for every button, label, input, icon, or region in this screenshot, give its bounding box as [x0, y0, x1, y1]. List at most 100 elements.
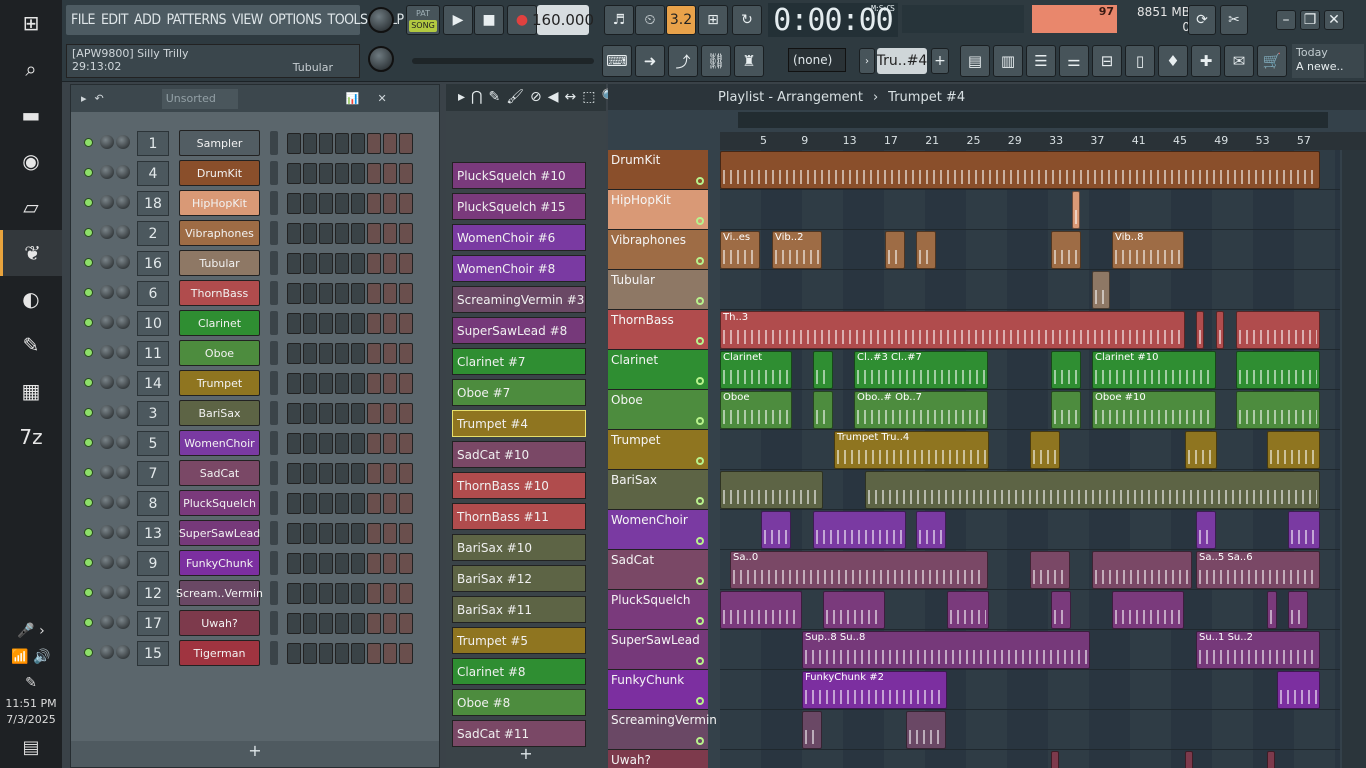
step-button[interactable] [351, 613, 365, 634]
channel-mixer-number[interactable]: 7 [137, 461, 169, 486]
step-button[interactable] [367, 403, 381, 424]
channel-select[interactable] [270, 191, 278, 215]
step-button[interactable] [287, 133, 301, 154]
channel-select[interactable] [270, 371, 278, 395]
step-button[interactable] [351, 403, 365, 424]
channel-mixer-number[interactable]: 12 [137, 581, 169, 606]
channel-mixer-number[interactable]: 17 [137, 611, 169, 636]
step-button[interactable] [335, 133, 349, 154]
step-button[interactable] [351, 553, 365, 574]
step-button[interactable] [335, 253, 349, 274]
channel-led[interactable] [84, 288, 93, 297]
pattern-clip[interactable] [1051, 391, 1081, 429]
channel-volume-knob[interactable] [100, 585, 114, 599]
channel-pan-knob[interactable] [116, 525, 130, 539]
channel-led[interactable] [84, 228, 93, 237]
vertical-scrollbar[interactable] [1342, 150, 1366, 768]
track-header[interactable]: Uwah? [608, 750, 708, 768]
pattern-item[interactable]: Trumpet #5 [452, 627, 586, 654]
step-button[interactable] [303, 613, 317, 634]
channel-button[interactable]: Uwah? [179, 610, 260, 636]
step-button[interactable] [367, 583, 381, 604]
menu-item-options[interactable]: OPTIONS [269, 12, 322, 28]
firefox-icon[interactable]: ◉ [0, 138, 62, 184]
step-button[interactable] [303, 223, 317, 244]
step-button[interactable] [383, 193, 397, 214]
pattern-clip[interactable] [1092, 551, 1192, 589]
channel-select[interactable] [270, 581, 278, 605]
step-button[interactable] [287, 163, 301, 184]
channel-led[interactable] [84, 648, 93, 657]
channel-pan-knob[interactable] [116, 465, 130, 479]
pattern-clip[interactable] [1051, 351, 1081, 389]
stop-button[interactable]: ■ [474, 5, 504, 35]
step-button[interactable] [383, 163, 397, 184]
track-header[interactable]: HipHopKit [608, 190, 708, 230]
pattern-clip[interactable] [813, 391, 833, 429]
pattern-item[interactable]: BariSax #11 [452, 596, 586, 623]
step-button[interactable] [399, 583, 413, 604]
step-button[interactable] [367, 313, 381, 334]
step-button[interactable] [335, 583, 349, 604]
playlist-icon[interactable]: ▤ [960, 45, 990, 77]
channel-mixer-number[interactable]: 10 [137, 311, 169, 336]
step-button[interactable] [367, 253, 381, 274]
file-icon[interactable]: ▯ [1125, 45, 1155, 77]
step-button[interactable] [351, 163, 365, 184]
step-button[interactable] [287, 463, 301, 484]
channel-button[interactable]: Trumpet [179, 370, 260, 396]
step-button[interactable] [303, 163, 317, 184]
step-button[interactable] [303, 523, 317, 544]
channel-volume-knob[interactable] [100, 615, 114, 629]
channel-volume-knob[interactable] [100, 345, 114, 359]
channel-pan-knob[interactable] [116, 135, 130, 149]
pattern-clip[interactable] [1196, 511, 1216, 549]
track-enable-toggle[interactable] [696, 297, 704, 305]
step-button[interactable] [303, 463, 317, 484]
channel-select[interactable] [270, 551, 278, 575]
rack-menu-arrow-icon[interactable]: ▸ [81, 92, 87, 105]
channel-button[interactable]: Tubular [179, 250, 260, 276]
step-button[interactable] [287, 193, 301, 214]
track-header[interactable]: SuperSawLead [608, 630, 708, 670]
step-button[interactable] [303, 373, 317, 394]
track-header[interactable]: FunkyChunk [608, 670, 708, 710]
step-button[interactable] [287, 313, 301, 334]
track-enable-toggle[interactable] [696, 577, 704, 585]
step-button[interactable] [383, 643, 397, 664]
channel-pan-knob[interactable] [116, 375, 130, 389]
channel-button[interactable]: Vibraphones [179, 220, 260, 246]
channel-mixer-number[interactable]: 1 [137, 131, 169, 156]
track-enable-toggle[interactable] [696, 257, 704, 265]
wait-record-icon[interactable]: ⏲ [635, 5, 665, 35]
pattern-clip[interactable] [1112, 591, 1184, 629]
select-icon[interactable]: ⬚ [582, 89, 595, 105]
channel-select[interactable] [270, 431, 278, 455]
channel-mixer-number[interactable]: 11 [137, 341, 169, 366]
step-button[interactable] [383, 373, 397, 394]
step-button[interactable] [399, 643, 413, 664]
pattern-item[interactable]: Trumpet #4 [452, 410, 586, 437]
search-icon[interactable]: ⌕ [0, 46, 62, 92]
step-button[interactable] [287, 403, 301, 424]
master-volume-knob[interactable] [368, 7, 394, 33]
channel-led[interactable] [84, 168, 93, 177]
pattern-item[interactable]: BariSax #12 [452, 565, 586, 592]
pattern-clip[interactable] [1072, 191, 1080, 229]
pattern-clip[interactable] [865, 471, 1320, 509]
channel-pan-knob[interactable] [116, 585, 130, 599]
step-button[interactable] [367, 163, 381, 184]
pattern-clip[interactable] [1185, 751, 1193, 768]
channel-pan-knob[interactable] [116, 225, 130, 239]
channel-button[interactable]: Scream..Vermin [176, 580, 263, 606]
channel-button[interactable]: PluckSquelch [179, 490, 260, 516]
pattern-clip[interactable] [947, 591, 989, 629]
channel-select[interactable] [270, 131, 278, 155]
pattern-clip[interactable]: Th..3 [720, 311, 1185, 349]
step-button[interactable] [287, 343, 301, 364]
channel-led[interactable] [84, 618, 93, 627]
pattern-clip[interactable] [1236, 391, 1320, 429]
step-button[interactable] [383, 493, 397, 514]
step-edit-icon[interactable]: ⊞ [698, 5, 728, 35]
step-button[interactable] [367, 373, 381, 394]
